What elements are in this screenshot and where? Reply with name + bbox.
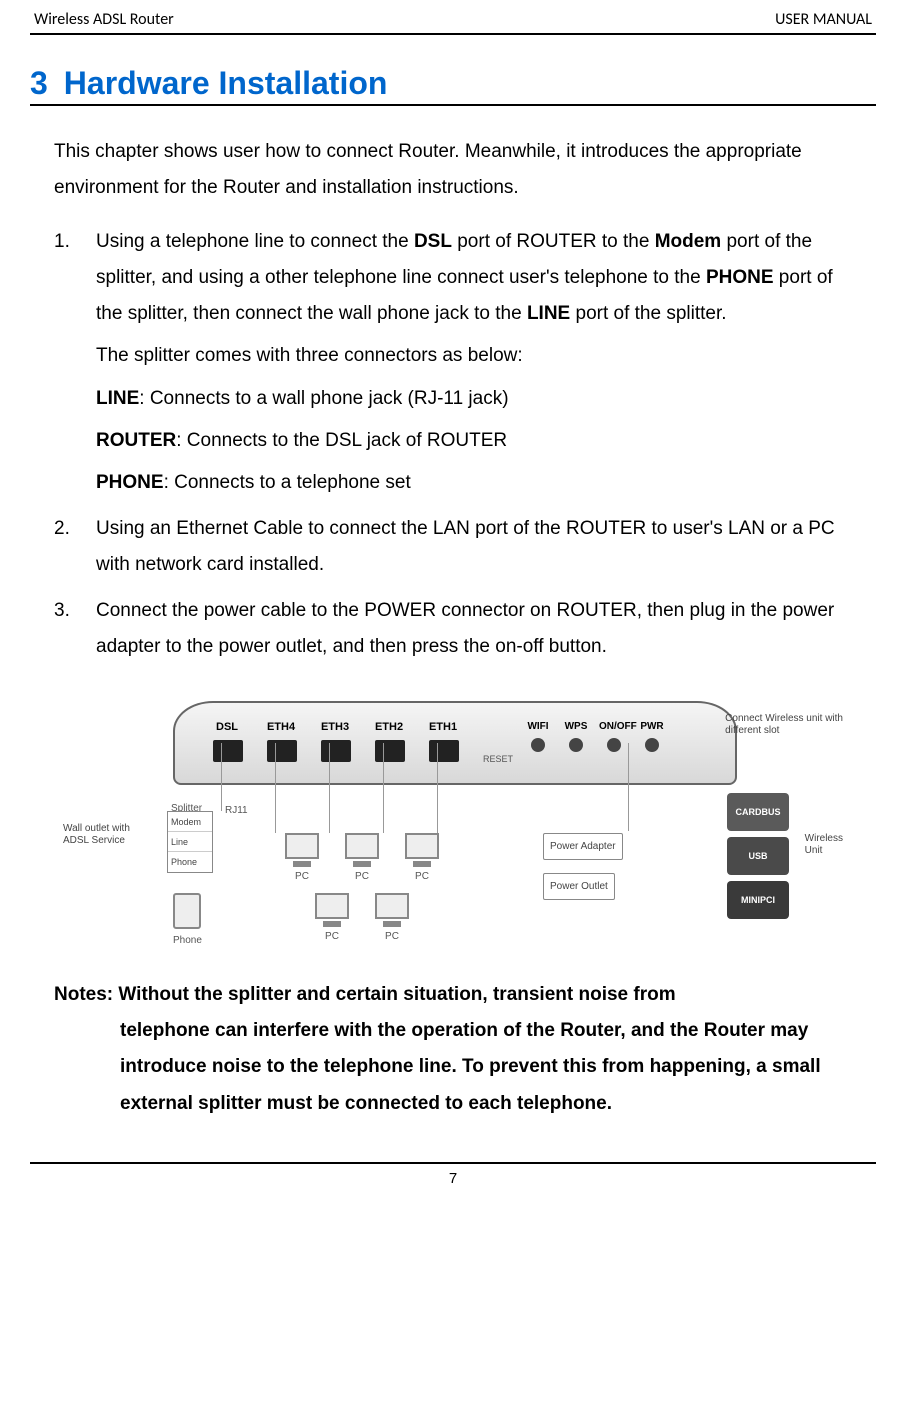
page-header: Wireless ADSL Router USER MANUAL (30, 10, 876, 33)
connector-line-label: LINE (96, 388, 139, 409)
wall-outlet-callout: Wall outlet with ADSL Service (63, 823, 130, 847)
cable-line (628, 743, 629, 831)
wps-button: WPS (561, 717, 591, 754)
chapter-title: 3 Hardware Installation (30, 65, 876, 102)
title-underline (30, 104, 876, 106)
pc-icon: PC (375, 893, 409, 946)
pc-icon: PC (285, 833, 319, 886)
port-dsl: DSL (203, 717, 253, 762)
footer-rule (30, 1162, 876, 1164)
step-2: 2. Using an Ethernet Cable to connect th… (54, 511, 852, 583)
connector-line-2: ROUTER: Connects to the DSL jack of ROUT… (96, 423, 852, 459)
port-row: DSL ETH4 ETH3 ETH2 ETH1 (203, 717, 469, 762)
connection-diagram: DSL ETH4 ETH3 ETH2 ETH1 RESET WIFI WPS O… (54, 683, 852, 953)
notes-continuation: telephone can interfere with the operati… (54, 1013, 852, 1121)
cardbus-icon: CARDBUS (727, 793, 789, 831)
step-1-phone: PHONE (706, 267, 774, 288)
header-rule (30, 33, 876, 35)
step-3: 3. Connect the power cable to the POWER … (54, 593, 852, 665)
notes-label: Notes: (54, 984, 118, 1005)
connector-line-1: LINE: Connects to a wall phone jack (RJ-… (96, 381, 852, 417)
pc-row-top: PC PC PC (285, 833, 439, 886)
wireless-unit-label: Wireless Unit (805, 833, 843, 857)
step-1-modem: Modem (655, 231, 722, 252)
step-3-marker: 3. (54, 593, 96, 665)
content-area: This chapter shows user how to connect R… (30, 134, 876, 1122)
cable-line (221, 743, 222, 811)
step-1: 1. Using a telephone line to connect the… (54, 224, 852, 501)
step-1-text-e: port of the splitter. (570, 303, 726, 324)
step-3-body: Connect the power cable to the POWER con… (96, 593, 852, 665)
chapter-number: 3 (30, 65, 48, 101)
step-1-line: LINE (527, 303, 570, 324)
cable-line (437, 743, 438, 833)
connector-line-desc: : Connects to a wall phone jack (RJ-11 j… (139, 388, 508, 409)
pc-icon: PC (345, 833, 379, 886)
step-2-body: Using an Ethernet Cable to connect the L… (96, 511, 852, 583)
port-eth3: ETH3 (311, 717, 361, 762)
phone-icon: Phone (173, 893, 202, 950)
intro-paragraph: This chapter shows user how to connect R… (54, 134, 852, 206)
onoff-button: ON/OFF (599, 717, 629, 754)
connector-phone-label: PHONE (96, 472, 164, 493)
port-eth4: ETH4 (257, 717, 307, 762)
cable-line (383, 743, 384, 833)
power-adapter-label: Power Adapter (543, 833, 623, 860)
reset-label: RESET (483, 751, 513, 768)
usb-icon: USB (727, 837, 789, 875)
wireless-callout: Connect Wireless unit with different slo… (725, 713, 843, 737)
notes-block: Notes: Without the splitter and certain … (54, 977, 852, 1121)
splitter-icon: Modem Line Phone (167, 811, 213, 873)
page-number: 7 (30, 1170, 876, 1187)
notes-first-line: Without the splitter and certain situati… (118, 984, 675, 1005)
pc-icon: PC (315, 893, 349, 946)
pc-row-bottom: PC PC (315, 893, 409, 946)
header-right: USER MANUAL (775, 10, 872, 29)
minipci-icon: MINIPCI (727, 881, 789, 919)
port-eth2: ETH2 (365, 717, 415, 762)
port-eth1: ETH1 (419, 717, 469, 762)
control-row: WIFI WPS ON/OFF PWR (523, 717, 667, 754)
step-1-text-b: port of ROUTER to the (452, 231, 655, 252)
cable-line (329, 743, 330, 833)
connector-router-label: ROUTER (96, 430, 176, 451)
connector-phone-desc: : Connects to a telephone set (164, 472, 411, 493)
card-stack: CARDBUS USB MINIPCI (727, 793, 789, 925)
connector-line-3: PHONE: Connects to a telephone set (96, 465, 852, 501)
rj11-label: RJ11 (225, 801, 248, 820)
wifi-button: WIFI (523, 717, 553, 754)
step-1-text-a: Using a telephone line to connect the (96, 231, 414, 252)
chapter-name: Hardware Installation (64, 65, 388, 101)
power-outlet-label: Power Outlet (543, 873, 615, 900)
step-1-sub: The splitter comes with three connectors… (96, 338, 852, 374)
header-left: Wireless ADSL Router (34, 10, 174, 29)
pwr-port: PWR (637, 717, 667, 754)
connector-router-desc: : Connects to the DSL jack of ROUTER (176, 430, 507, 451)
cable-line (275, 743, 276, 833)
step-1-marker: 1. (54, 224, 96, 501)
step-2-marker: 2. (54, 511, 96, 583)
pc-icon: PC (405, 833, 439, 886)
step-1-body: Using a telephone line to connect the DS… (96, 224, 852, 501)
step-1-dsl: DSL (414, 231, 452, 252)
